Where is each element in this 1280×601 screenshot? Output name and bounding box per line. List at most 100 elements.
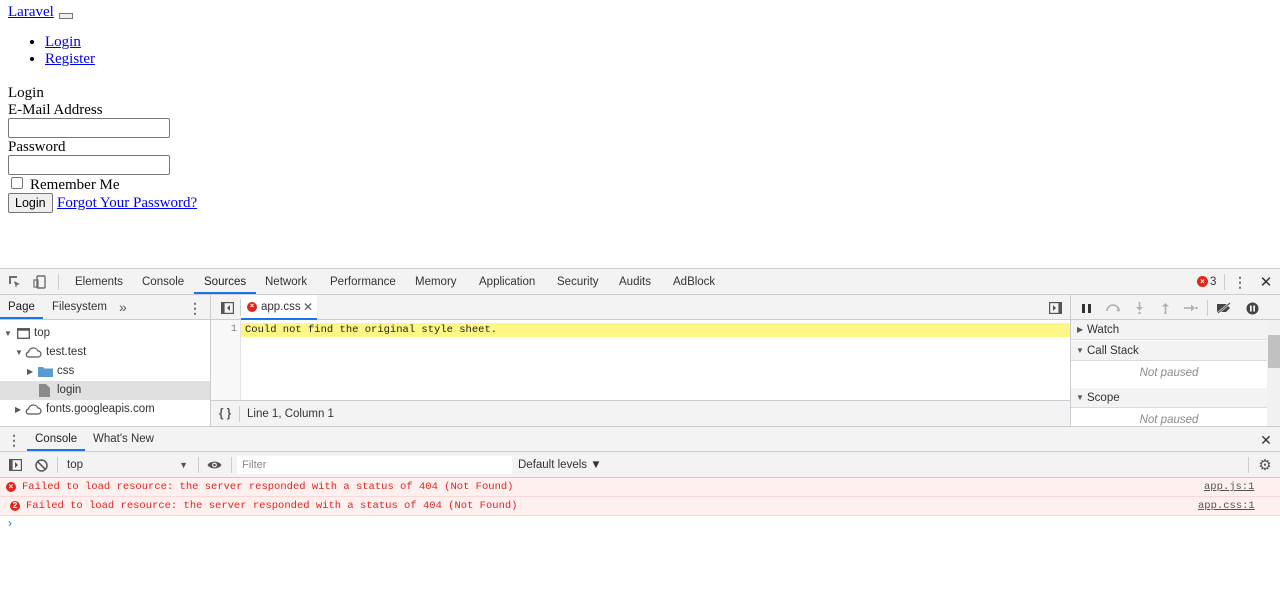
watch-section-header[interactable]: ▶ Watch — [1071, 320, 1267, 340]
watch-label: Watch — [1087, 324, 1120, 336]
console-error-row[interactable]: 2 Failed to load resource: the server re… — [0, 497, 1280, 516]
error-icon: × — [1197, 276, 1208, 287]
close-devtools-icon[interactable]: ✕ — [1258, 274, 1274, 290]
nav-item-register: Register — [45, 51, 95, 68]
password-field[interactable] — [8, 155, 170, 175]
tree-item-login[interactable]: login — [0, 381, 210, 400]
device-toolbar-icon[interactable] — [31, 274, 49, 290]
login-button[interactable]: Login — [8, 193, 53, 213]
error-count-badge: 2 — [10, 501, 20, 511]
pause-icon[interactable] — [1079, 300, 1093, 316]
devtools-tabbar: Elements Console Sources Network Perform… — [0, 269, 1280, 295]
brand-link[interactable]: Laravel — [8, 4, 54, 21]
console-message-source[interactable]: app.js:1 — [1204, 478, 1254, 497]
more-vertical-icon[interactable]: ⋮ — [1232, 274, 1248, 290]
tree-label-fonts: fonts.googleapis.com — [46, 403, 155, 415]
scope-label: Scope — [1087, 392, 1120, 404]
forgot-password-link[interactable]: Forgot Your Password? — [57, 195, 197, 212]
file-icon — [39, 384, 50, 397]
pretty-print-icon[interactable]: { } — [219, 401, 231, 427]
sources-navigator: Page Filesystem » ⋮ ▼ top ▼ test.test ▶ … — [0, 295, 211, 426]
console-error-row[interactable]: × Failed to load resource: the server re… — [0, 478, 1280, 497]
drawer-tabbar: ⋮ Console What's New ✕ — [0, 426, 1280, 452]
tab-performance[interactable]: Performance — [330, 269, 396, 294]
close-tab-icon[interactable]: ✕ — [303, 295, 313, 320]
navbar-toggler-button[interactable] — [59, 13, 73, 19]
navigator-menu-icon[interactable]: ⋮ — [188, 300, 202, 316]
inspect-element-icon[interactable] — [6, 274, 24, 290]
console-settings-gear-icon[interactable]: ⚙ — [1257, 457, 1273, 473]
step-out-icon[interactable] — [1158, 300, 1172, 316]
file-tab-label: app.css — [261, 301, 301, 313]
tree-item-fonts[interactable]: ▶ fonts.googleapis.com — [0, 400, 210, 419]
chevron-down-icon: ▼ — [179, 460, 188, 470]
login-heading: Login — [8, 85, 44, 101]
drawer-tab-console[interactable]: Console — [27, 427, 86, 451]
drawer-tab-whats-new[interactable]: What's New — [93, 427, 154, 452]
tree-item-test-test[interactable]: ▼ test.test — [0, 343, 210, 362]
tab-sources[interactable]: Sources — [194, 269, 257, 294]
tab-page[interactable]: Page — [0, 295, 43, 319]
console-filter-input[interactable]: Filter — [237, 456, 512, 474]
step-icon[interactable] — [1183, 300, 1199, 316]
frame-icon — [17, 328, 30, 339]
deactivate-breakpoints-icon[interactable] — [1215, 300, 1233, 316]
email-field[interactable] — [8, 118, 170, 138]
error-count[interactable]: 3 — [1210, 269, 1216, 295]
nav-login-link[interactable]: Login — [45, 34, 81, 50]
line-number: 1 — [230, 323, 237, 335]
devtools-panel: Elements Console Sources Network Perform… — [0, 268, 1280, 601]
file-tab-app-css[interactable]: × app.css ✕ — [241, 295, 317, 320]
drawer-menu-icon[interactable]: ⋮ — [7, 431, 21, 448]
editor-line[interactable]: Could not find the original style sheet. — [241, 323, 1070, 337]
console-toolbar: top ▼ Filter Default levels ▼ ⚙ — [0, 452, 1280, 478]
nav-list: Login Register — [0, 34, 95, 68]
call-stack-section-header[interactable]: ▼ Call Stack — [1071, 341, 1267, 361]
tree-label-top: top — [34, 327, 50, 339]
cursor-position: Line 1, Column 1 — [247, 408, 334, 420]
console-message-source[interactable]: app.css:1 — [1198, 497, 1255, 516]
nav-register-link[interactable]: Register — [45, 51, 95, 67]
nav-item-login: Login — [45, 34, 95, 51]
tab-audits[interactable]: Audits — [619, 269, 651, 294]
tab-memory[interactable]: Memory — [415, 269, 457, 294]
tree-label-css: css — [57, 365, 75, 377]
step-into-icon[interactable] — [1132, 300, 1146, 316]
tree-label-login: login — [57, 384, 82, 396]
toggle-debugger-icon[interactable] — [1047, 300, 1063, 316]
close-drawer-icon[interactable]: ✕ — [1258, 431, 1274, 448]
tab-network[interactable]: Network — [265, 269, 307, 294]
live-expression-eye-icon[interactable] — [205, 457, 223, 473]
scope-section-header[interactable]: ▼ Scope — [1071, 388, 1267, 408]
show-sidebar-icon[interactable] — [7, 457, 23, 473]
tab-filesystem[interactable]: Filesystem — [52, 295, 107, 320]
more-tabs-icon[interactable]: » — [119, 295, 127, 320]
error-icon: × — [6, 482, 16, 492]
console-message-text: Failed to load resource: the server resp… — [22, 481, 514, 493]
log-levels-dropdown[interactable]: Default levels ▼ — [518, 452, 602, 478]
debugger-toolbar — [1071, 295, 1280, 320]
clear-console-icon[interactable] — [33, 457, 49, 473]
tab-adblock[interactable]: AdBlock — [673, 269, 715, 294]
call-stack-not-paused: Not paused — [1139, 367, 1199, 379]
folder-icon — [38, 367, 53, 377]
tab-security[interactable]: Security — [557, 269, 599, 294]
tree-item-css[interactable]: ▶ css — [0, 362, 210, 381]
step-over-icon[interactable] — [1104, 300, 1122, 316]
web-page: Laravel Login Register Login E-Mail Addr… — [0, 0, 1280, 268]
remember-checkbox[interactable] — [11, 177, 23, 189]
cloud-icon — [25, 404, 42, 415]
call-stack-label: Call Stack — [1087, 345, 1139, 357]
toggle-navigator-icon[interactable] — [219, 300, 235, 316]
password-label: Password — [8, 139, 66, 155]
tab-console[interactable]: Console — [142, 269, 184, 294]
tree-item-top[interactable]: ▼ top — [0, 324, 210, 343]
remember-label: Remember Me — [30, 177, 120, 193]
tab-application[interactable]: Application — [479, 269, 535, 294]
context-selector[interactable]: top ▼ — [60, 455, 194, 475]
console-prompt[interactable]: › — [8, 516, 12, 530]
tab-elements[interactable]: Elements — [75, 269, 123, 294]
source-editor: × app.css ✕ 1 Could not find the origina… — [211, 295, 1070, 426]
pause-on-exceptions-icon[interactable] — [1244, 300, 1260, 316]
debugger-scroll-thumb[interactable] — [1268, 335, 1280, 368]
